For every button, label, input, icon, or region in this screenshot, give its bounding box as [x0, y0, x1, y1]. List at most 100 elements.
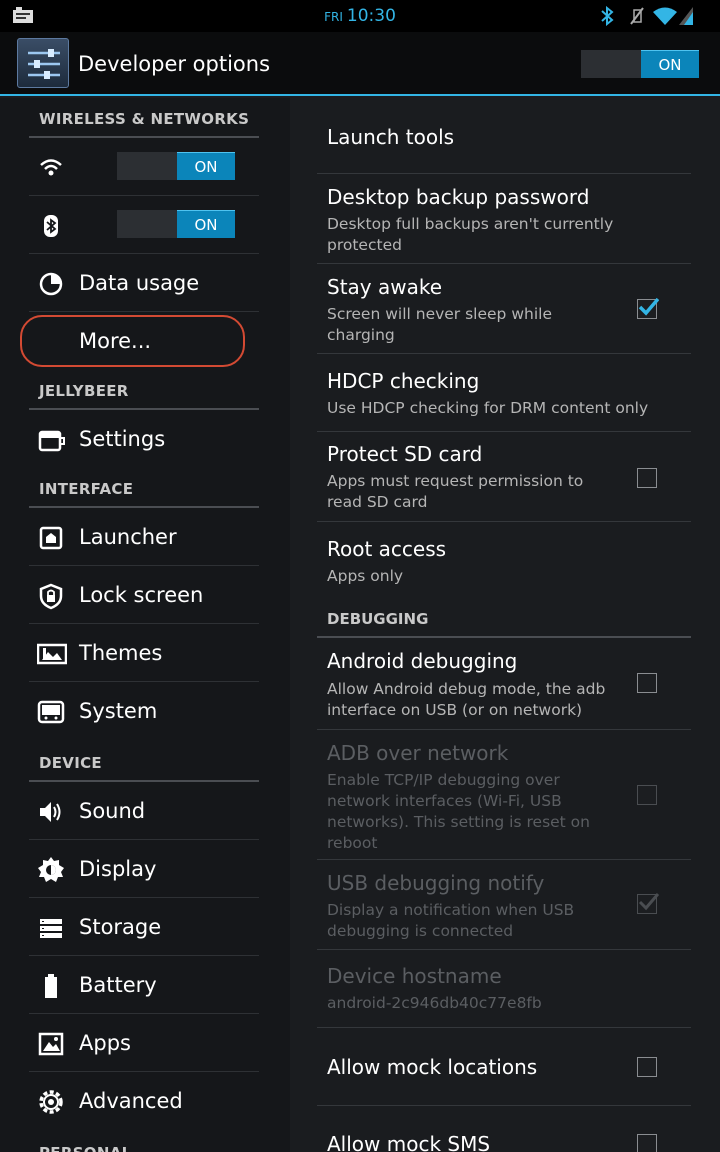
item-summary: Apps only — [327, 567, 404, 585]
sidebar-item-label: Advanced — [79, 1089, 183, 1113]
checkmark-icon — [638, 893, 659, 911]
sidebar-item-advanced[interactable]: Advanced — [29, 1072, 259, 1130]
apps-icon — [37, 1030, 65, 1058]
sidebar-item-label: Display — [79, 857, 157, 881]
sidebar-item-themes[interactable]: Themes — [29, 624, 259, 682]
bluetooth-icon — [37, 212, 65, 240]
settings-bag-icon — [37, 426, 65, 454]
clock-day: FRI — [324, 10, 343, 24]
bluetooth-toggle[interactable]: ON — [117, 210, 235, 238]
android-debugging-item[interactable]: Android debugging Allow Android debug mo… — [317, 638, 691, 730]
sidebar-item-system[interactable]: System — [29, 682, 259, 740]
checkmark-icon — [638, 297, 659, 316]
launch-tools-item[interactable]: Launch tools — [317, 98, 691, 174]
wifi-icon — [37, 154, 65, 182]
section-header-debugging: DEBUGGING — [317, 600, 691, 638]
sidebar-item-apps[interactable]: Apps — [29, 1014, 259, 1072]
item-title: Protect SD card — [327, 442, 483, 466]
sidebar-item-battery[interactable]: Battery — [29, 956, 259, 1014]
developer-options-list: Launch tools Desktop backup password Des… — [290, 98, 720, 1152]
section-header-label: PERSONAL — [39, 1144, 131, 1152]
sidebar-item-label: Battery — [79, 973, 157, 997]
system-icon — [37, 698, 65, 726]
item-title: Desktop backup password — [327, 185, 590, 209]
item-title: Allow mock locations — [327, 1055, 538, 1079]
item-title: USB debugging notify — [327, 871, 545, 895]
settings-sidebar: WIRELESS & NETWORKS ON ON Data usage Mor… — [0, 98, 290, 1152]
hdcp-checking-item[interactable]: HDCP checking Use HDCP checking for DRM … — [317, 354, 691, 432]
sidebar-item-label: Sound — [79, 799, 146, 823]
wifi-signal-icon — [652, 6, 678, 30]
item-title: ADB over network — [327, 741, 509, 765]
developer-options-toggle[interactable]: ON — [581, 50, 699, 78]
sidebar-item-bluetooth[interactable]: ON — [29, 196, 259, 254]
toggle-on-label: ON — [177, 210, 235, 238]
protect-sd-card-item[interactable]: Protect SD card Apps must request permis… — [317, 432, 691, 522]
adb-over-network-checkbox[interactable] — [637, 785, 657, 805]
sidebar-item-settings[interactable]: Settings — [29, 410, 259, 468]
protect-sd-card-checkbox[interactable] — [637, 468, 657, 488]
adb-over-network-item[interactable]: ADB over network Enable TCP/IP debugging… — [317, 730, 691, 860]
battery-icon — [37, 972, 65, 1000]
bluetooth-icon — [600, 5, 614, 30]
vibrate-off-icon — [627, 6, 647, 30]
display-brightness-icon — [37, 856, 65, 884]
item-title: Android debugging — [327, 649, 518, 673]
sidebar-item-storage[interactable]: Storage — [29, 898, 259, 956]
usb-debugging-notify-checkbox[interactable] — [637, 893, 659, 914]
desktop-backup-password-item[interactable]: Desktop backup password Desktop full bac… — [317, 174, 691, 264]
sidebar-item-label: Launcher — [79, 525, 177, 549]
item-summary: Enable TCP/IP debugging over network int… — [327, 771, 590, 852]
allow-mock-locations-item[interactable]: Allow mock locations — [317, 1028, 691, 1106]
item-summary: Desktop full backups aren't currently pr… — [327, 215, 614, 254]
sidebar-item-wifi[interactable]: ON — [29, 138, 259, 196]
section-header-wireless: WIRELESS & NETWORKS — [29, 98, 259, 138]
item-title: Device hostname — [327, 964, 502, 988]
item-title: Root access — [327, 537, 447, 561]
device-hostname-item[interactable]: Device hostname android-2c946db40c77e8fb — [317, 950, 691, 1028]
sidebar-item-display[interactable]: Display — [29, 840, 259, 898]
sidebar-item-label: Apps — [79, 1031, 131, 1055]
item-summary: Use HDCP checking for DRM content only — [327, 399, 649, 417]
wifi-toggle[interactable]: ON — [117, 152, 235, 180]
item-title: Allow mock SMS — [327, 1132, 491, 1152]
sidebar-item-label: Data usage — [79, 271, 200, 295]
themes-icon — [36, 640, 68, 668]
item-title: Launch tools — [327, 125, 455, 149]
allow-mock-sms-checkbox[interactable] — [637, 1134, 657, 1152]
sidebar-item-data-usage[interactable]: Data usage — [29, 254, 259, 312]
sidebar-item-sound[interactable]: Sound — [29, 782, 259, 840]
item-summary: Allow Android debug mode, the adb interf… — [327, 680, 606, 719]
storage-icon — [37, 914, 65, 942]
stay-awake-checkbox[interactable] — [637, 297, 659, 319]
section-header-label: DEBUGGING — [327, 610, 429, 628]
toggle-on-label: ON — [177, 152, 235, 180]
android-debugging-checkbox[interactable] — [637, 673, 657, 693]
sidebar-item-lock-screen[interactable]: Lock screen — [29, 566, 259, 624]
allow-mock-locations-checkbox[interactable] — [637, 1057, 657, 1077]
allow-mock-sms-item[interactable]: Allow mock SMS — [317, 1106, 691, 1152]
action-bar: Developer options ON — [0, 32, 720, 96]
status-bar: FRI 10:30 — [0, 0, 720, 32]
stay-awake-item[interactable]: Stay awake Screen will never sleep while… — [317, 264, 691, 354]
sidebar-item-label: Settings — [79, 427, 166, 451]
section-header-device: DEVICE — [29, 742, 259, 782]
section-header-jellybeer: JELLYBEER — [29, 370, 259, 410]
toggle-on-label: ON — [641, 50, 699, 78]
sidebar-item-label: Lock screen — [79, 583, 204, 607]
sidebar-item-label: Storage — [79, 915, 162, 939]
data-usage-icon — [37, 270, 65, 298]
sidebar-item-label: System — [79, 699, 158, 723]
settings-app-icon[interactable] — [17, 38, 69, 88]
section-header-label: INTERFACE — [39, 480, 134, 498]
highlight-annotation — [20, 315, 245, 367]
section-header-label: JELLYBEER — [39, 382, 129, 400]
page-title: Developer options — [78, 52, 271, 76]
clock-time: 10:30 — [346, 6, 396, 26]
root-access-item[interactable]: Root access Apps only — [317, 522, 691, 600]
usb-debugging-notify-item[interactable]: USB debugging notify Display a notificat… — [317, 860, 691, 950]
sidebar-item-launcher[interactable]: Launcher — [29, 508, 259, 566]
section-header-personal: PERSONAL — [29, 1132, 259, 1152]
sound-icon — [37, 798, 65, 826]
item-summary: Screen will never sleep while charging — [327, 305, 552, 344]
